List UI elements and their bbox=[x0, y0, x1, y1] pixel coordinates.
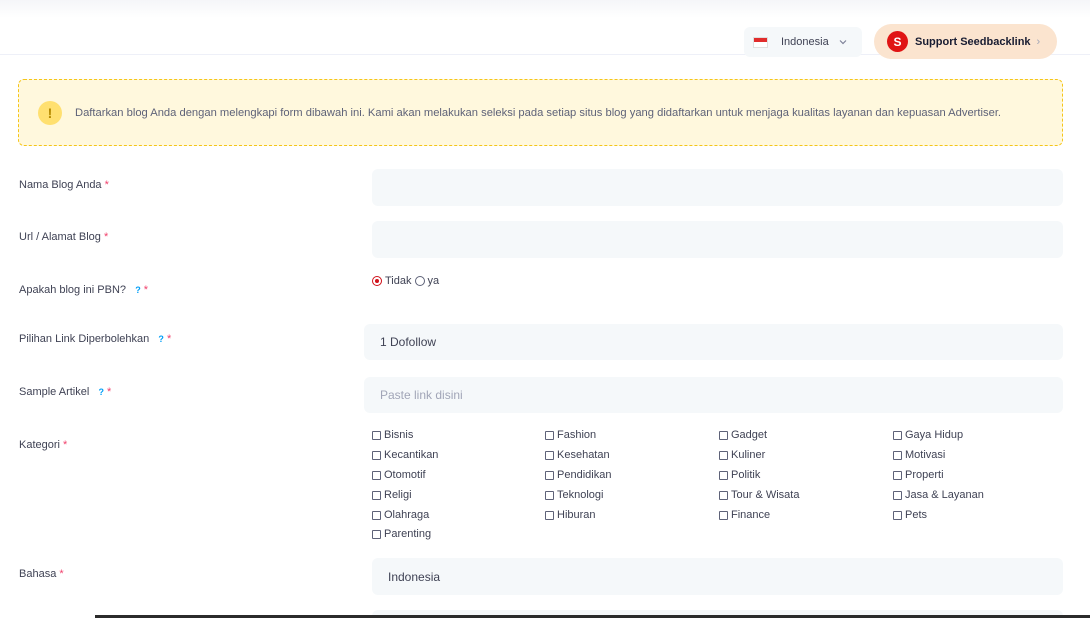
category-option[interactable]: Politik bbox=[719, 469, 760, 481]
link-type-label: Pilihan Link Diperbolehkan ? * bbox=[19, 333, 172, 345]
category-option[interactable]: Motivasi bbox=[893, 449, 945, 461]
category-option[interactable]: Fashion bbox=[545, 429, 596, 441]
required-mark: * bbox=[166, 333, 172, 345]
pbn-option-ya: ya bbox=[427, 275, 440, 287]
language-selector[interactable]: Indonesia bbox=[744, 27, 862, 57]
checkbox[interactable] bbox=[893, 430, 902, 440]
category-option[interactable]: Kuliner bbox=[719, 449, 765, 461]
required-mark: * bbox=[143, 284, 149, 296]
category-option[interactable]: Tour & Wisata bbox=[719, 489, 799, 501]
checkbox[interactable] bbox=[372, 430, 381, 440]
exclamation-icon: ! bbox=[38, 100, 62, 125]
category-label: Kategori * bbox=[19, 439, 68, 451]
support-label: Support Seedbacklink bbox=[915, 35, 1031, 48]
required-mark: * bbox=[104, 179, 109, 191]
pbn-radio-ya[interactable] bbox=[414, 276, 425, 286]
category-option[interactable]: Pendidikan bbox=[545, 469, 611, 481]
blog-url-input[interactable] bbox=[372, 221, 1063, 258]
checkbox[interactable] bbox=[719, 430, 728, 440]
help-icon[interactable]: ? bbox=[135, 285, 141, 295]
required-mark: * bbox=[107, 386, 112, 398]
category-option[interactable]: Olahraga bbox=[372, 509, 429, 521]
pbn-radio-group: Tidak ya bbox=[372, 275, 439, 287]
sample-input[interactable]: Paste link disini bbox=[364, 377, 1063, 413]
checkbox[interactable] bbox=[545, 450, 554, 460]
pbn-option-tidak: Tidak bbox=[385, 275, 412, 287]
checkbox[interactable] bbox=[372, 450, 381, 460]
category-option[interactable]: Pets bbox=[893, 509, 927, 521]
category-option[interactable]: Gadget bbox=[719, 429, 767, 441]
checkbox[interactable] bbox=[893, 510, 902, 520]
checkbox[interactable] bbox=[372, 490, 381, 500]
seedbacklink-logo-icon: S bbox=[887, 31, 908, 52]
alert-text: Daftarkan blog Anda dengan melengkapi fo… bbox=[75, 106, 1002, 119]
required-mark: * bbox=[103, 231, 109, 243]
category-option[interactable]: Otomotif bbox=[372, 469, 426, 481]
checkbox[interactable] bbox=[545, 430, 554, 440]
category-option[interactable]: Kesehatan bbox=[545, 449, 610, 461]
checkbox[interactable] bbox=[893, 490, 902, 500]
link-type-select[interactable]: 1 Dofollow bbox=[364, 324, 1063, 360]
checkbox[interactable] bbox=[372, 470, 381, 480]
sample-label: Sample Artikel ? * bbox=[19, 386, 112, 398]
pbn-radio-tidak[interactable] bbox=[372, 276, 382, 286]
checkbox[interactable] bbox=[719, 450, 728, 460]
checkbox[interactable] bbox=[545, 490, 554, 500]
language-label: Indonesia bbox=[781, 36, 829, 48]
category-option[interactable]: Religi bbox=[372, 489, 412, 501]
checkbox[interactable] bbox=[372, 510, 381, 520]
chevron-right-icon: › bbox=[1036, 35, 1041, 48]
link-type-value: 1 Dofollow bbox=[380, 335, 437, 349]
category-option[interactable]: Teknologi bbox=[545, 489, 603, 501]
checkbox[interactable] bbox=[545, 470, 554, 480]
checkbox[interactable] bbox=[893, 450, 902, 460]
blog-url-label: Url / Alamat Blog * bbox=[19, 231, 109, 243]
language-field-label: Bahasa * bbox=[19, 568, 64, 580]
language-select[interactable]: Indonesia bbox=[372, 558, 1063, 595]
blog-name-input[interactable] bbox=[372, 169, 1063, 206]
category-option[interactable]: Parenting bbox=[372, 528, 431, 540]
category-option[interactable]: Gaya Hidup bbox=[893, 429, 963, 441]
checkbox[interactable] bbox=[372, 529, 381, 539]
checkbox[interactable] bbox=[719, 510, 728, 520]
required-mark: * bbox=[59, 568, 64, 580]
blog-name-label: Nama Blog Anda * bbox=[19, 179, 109, 191]
pbn-label: Apakah blog ini PBN? ? * bbox=[19, 284, 149, 296]
help-icon[interactable]: ? bbox=[158, 334, 164, 344]
support-seedbacklink-button[interactable]: S Support Seedbacklink › bbox=[874, 24, 1057, 59]
checkbox[interactable] bbox=[719, 470, 728, 480]
category-option[interactable]: Jasa & Layanan bbox=[893, 489, 984, 501]
chevron-down-icon bbox=[839, 40, 847, 45]
required-mark: * bbox=[63, 439, 68, 451]
category-option[interactable]: Hiburan bbox=[545, 509, 596, 521]
top-shade bbox=[0, 0, 1090, 18]
indonesia-flag-icon bbox=[753, 36, 768, 48]
checkbox[interactable] bbox=[545, 510, 554, 520]
category-option[interactable]: Properti bbox=[893, 469, 944, 481]
category-option[interactable]: Bisnis bbox=[372, 429, 413, 441]
top-bar: Indonesia S Support Seedbacklink › bbox=[0, 0, 1090, 59]
checkbox[interactable] bbox=[893, 470, 902, 480]
info-alert: ! Daftarkan blog Anda dengan melengkapi … bbox=[18, 79, 1063, 146]
language-value: Indonesia bbox=[388, 569, 441, 584]
category-option[interactable]: Kecantikan bbox=[372, 449, 438, 461]
sample-placeholder: Paste link disini bbox=[380, 388, 463, 402]
checkbox[interactable] bbox=[719, 490, 728, 500]
category-option[interactable]: Finance bbox=[719, 509, 770, 521]
help-icon[interactable]: ? bbox=[98, 387, 104, 397]
